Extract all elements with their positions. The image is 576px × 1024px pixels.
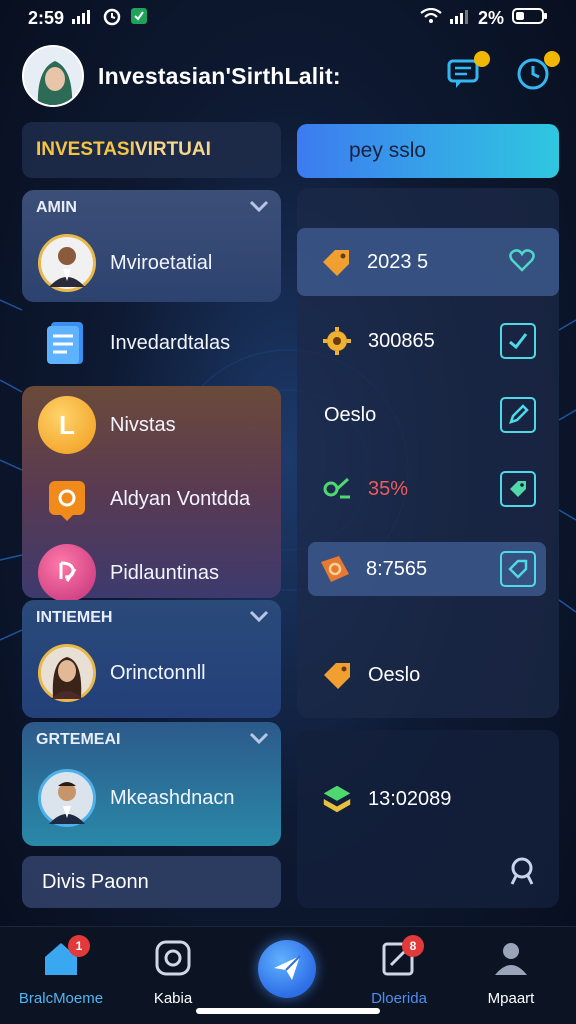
nav-label: Dloerida [371, 990, 427, 1007]
value-row[interactable]: 35% [310, 462, 546, 516]
send-action-button[interactable] [258, 940, 316, 998]
edit-pencil-icon[interactable] [500, 397, 536, 433]
coin-icon: L [38, 396, 96, 454]
list-item-label: Mkeashdnacn [110, 786, 235, 809]
value-row[interactable]: 2023 5 [297, 228, 559, 296]
battery-icon [512, 7, 548, 30]
battery-percent: 2% [477, 7, 504, 28]
list-item[interactable]: Mviroetatial [22, 226, 281, 300]
solo-item-panel: Invedardtalas [22, 306, 281, 380]
list-item-label: Invedardtalas [110, 331, 231, 354]
heart-icon[interactable] [509, 248, 535, 277]
music-icon [38, 544, 96, 602]
history-button[interactable] [512, 51, 560, 97]
person-avatar [38, 769, 96, 827]
signal-icon [72, 8, 94, 29]
chevron-down-icon[interactable] [249, 609, 269, 627]
group-panel-grtemeai: GRTEMEAI Mkeashdnacn [22, 722, 281, 846]
nav-label: Kabia [153, 990, 193, 1007]
group-heading: INTIEMEH [36, 609, 113, 626]
ticket-icon [318, 552, 352, 586]
primary-action-button[interactable]: pey sslo [297, 124, 559, 178]
section-title-card: INVESTASI VIRTUAI [22, 122, 281, 178]
tag-icon [320, 658, 354, 692]
header-title: Investasian'SirthLalit: [98, 62, 341, 89]
tag-box-icon[interactable] [500, 471, 536, 507]
group-panel-amin: AMIN Mviroetatial [22, 190, 281, 302]
value-row[interactable]: Oeslo [310, 388, 546, 442]
group-panel-intiemeh: INTIEMEH Orinctonnll [22, 600, 281, 718]
chevron-down-icon[interactable] [249, 199, 269, 217]
list-item[interactable]: Mkeashdnacn [22, 758, 281, 838]
list-item[interactable]: Invedardtalas [22, 306, 281, 380]
row-value: Oeslo [324, 403, 377, 426]
list-item-label: Mviroetatial [110, 251, 213, 274]
tag-icon [38, 470, 96, 528]
row-value: Oeslo [368, 663, 421, 686]
notification-dot [544, 51, 560, 67]
nav-kabia[interactable]: Kabia [118, 939, 228, 1007]
group-header[interactable]: INTIEMEH [22, 600, 281, 636]
wifi-icon [420, 7, 442, 29]
camera-icon [154, 939, 192, 982]
status-time: 2:59 [28, 7, 65, 28]
row-value: 300865 [368, 329, 435, 352]
row-value-percent: 35% [368, 477, 409, 500]
group-panel-multi: L Nivstas Aldyan Vontdda Pidlauntinas [22, 386, 281, 602]
list-item-label: Pidlauntinas [110, 561, 219, 584]
home-indicator[interactable] [196, 1008, 380, 1014]
value-row[interactable]: 300865 [310, 314, 546, 368]
nav-dloerida[interactable]: 8 Dloerida [344, 935, 454, 1007]
document-icon [38, 314, 96, 372]
nav-profile[interactable]: Mpaart [456, 939, 566, 1007]
tag-icon [319, 245, 353, 279]
paper-plane-icon [272, 952, 302, 987]
title-part-2: VIRTUAI [134, 139, 211, 160]
list-item[interactable]: Pidlauntinas [22, 536, 281, 610]
list-item-label: Nivstas [110, 413, 176, 436]
list-item[interactable]: L Nivstas [22, 388, 281, 462]
nav-badge: 8 [402, 935, 424, 957]
alarm-icon [102, 6, 122, 31]
group-heading: AMIN [36, 199, 77, 216]
tag-box-icon[interactable] [500, 551, 536, 587]
list-item[interactable]: Aldyan Vontdda [22, 462, 281, 536]
group-header[interactable]: AMIN [22, 190, 281, 226]
status-bar: 2:59 2% [0, 0, 576, 36]
group-header[interactable]: GRTEMEAI [22, 722, 281, 758]
gear-coin-icon [320, 324, 354, 358]
list-item-label: Aldyan Vontdda [110, 487, 251, 510]
nav-home[interactable]: 1 BralcMoeme [6, 935, 116, 1007]
nav-label: BralcMoeme [18, 990, 104, 1007]
edit-checkbox-icon[interactable] [500, 323, 536, 359]
value-row[interactable]: Oeslo [310, 648, 546, 702]
list-item[interactable]: Orinctonnll [22, 636, 281, 710]
list-item-label: Orinctonnll [110, 661, 206, 684]
group-heading: GRTEMEAI [36, 731, 121, 748]
chat-button[interactable] [442, 51, 490, 97]
person-avatar [38, 234, 96, 292]
nav-label: Mpaart [487, 990, 535, 1007]
person-avatar [38, 644, 96, 702]
value-row[interactable]: 13:02089 [310, 772, 546, 826]
search-icon[interactable] [508, 856, 536, 891]
app-header: Investasian'SirthLalit: [0, 40, 576, 112]
notification-dot [474, 51, 490, 67]
app-notification-icon [130, 7, 148, 30]
chevron-down-icon[interactable] [249, 731, 269, 749]
user-avatar[interactable] [22, 45, 84, 107]
value-row[interactable]: 8:7565 [308, 542, 546, 596]
growth-icon [320, 472, 354, 506]
divis-paonn-button[interactable]: Divis Paonn [22, 856, 281, 908]
signal-bars-icon [449, 8, 470, 29]
row-value: 8:7565 [366, 557, 428, 580]
title-part-1: INVESTASI [36, 139, 135, 160]
nav-badge: 1 [68, 935, 90, 957]
row-value: 13:02089 [368, 787, 452, 810]
user-icon [493, 939, 529, 982]
row-value: 2023 5 [367, 250, 429, 273]
stack-icon [320, 782, 354, 816]
